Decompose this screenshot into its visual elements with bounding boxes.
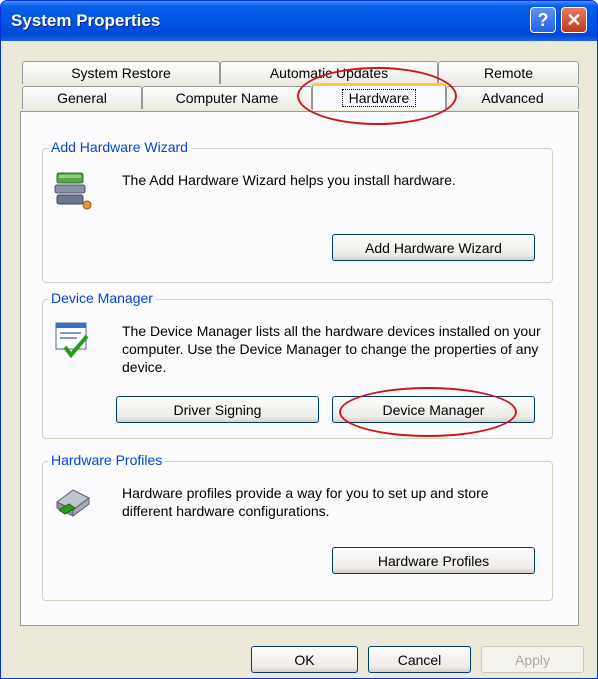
tab-label: Advanced bbox=[481, 90, 544, 106]
group-legend: Add Hardware Wizard bbox=[48, 139, 191, 155]
hardware-profiles-group: Hardware Profiles Hardware profiles prov… bbox=[42, 452, 553, 601]
hardware-profiles-icon bbox=[56, 489, 90, 517]
tab-hardware[interactable]: Hardware bbox=[312, 83, 446, 110]
tab-label: Hardware bbox=[341, 89, 417, 107]
device-manager-group: Device Manager The Device Manager lists … bbox=[42, 290, 553, 439]
group-legend: Device Manager bbox=[48, 290, 156, 306]
tab-label: Remote bbox=[483, 65, 534, 81]
ok-button[interactable]: OK bbox=[251, 646, 358, 673]
help-button[interactable]: ? bbox=[530, 7, 556, 33]
device-manager-icon bbox=[55, 322, 89, 359]
hardware-tab-panel: Add Hardware Wizard The Add Hardware Wiz… bbox=[20, 111, 579, 626]
add-hardware-icon bbox=[54, 172, 92, 210]
close-icon: ✕ bbox=[566, 9, 582, 30]
tab-system-restore[interactable]: System Restore bbox=[22, 61, 220, 84]
apply-button[interactable]: Apply bbox=[481, 646, 584, 673]
tab-remote[interactable]: Remote bbox=[438, 61, 579, 84]
add-hardware-description: The Add Hardware Wizard helps you instal… bbox=[122, 172, 456, 188]
tab-label: System Restore bbox=[71, 65, 171, 81]
hardware-profiles-button[interactable]: Hardware Profiles bbox=[332, 547, 535, 574]
help-icon: ? bbox=[537, 9, 549, 30]
window-title: System Properties bbox=[11, 11, 161, 30]
tab-automatic-updates[interactable]: Automatic Updates bbox=[220, 61, 438, 84]
hardware-profiles-description: Hardware profiles provide a way for you … bbox=[122, 485, 489, 519]
tab-general[interactable]: General bbox=[22, 86, 142, 109]
add-hardware-wizard-group: Add Hardware Wizard The Add Hardware Wiz… bbox=[42, 139, 553, 283]
close-button[interactable]: ✕ bbox=[561, 7, 587, 33]
title-bar[interactable]: System Properties ? ✕ bbox=[1, 1, 597, 41]
system-properties-window: System Properties ? ✕ System Restore Aut… bbox=[0, 0, 598, 679]
add-hardware-wizard-button[interactable]: Add Hardware Wizard bbox=[332, 234, 535, 261]
driver-signing-button[interactable]: Driver Signing bbox=[116, 396, 319, 423]
tab-label: Automatic Updates bbox=[269, 65, 389, 81]
device-manager-description: The Device Manager lists all the hardwar… bbox=[122, 323, 541, 375]
tab-label: General bbox=[57, 90, 107, 106]
device-manager-button[interactable]: Device Manager bbox=[332, 396, 535, 423]
tab-label: Computer Name bbox=[175, 90, 279, 106]
tab-advanced[interactable]: Advanced bbox=[446, 86, 579, 109]
tab-computer-name[interactable]: Computer Name bbox=[142, 86, 312, 109]
group-legend: Hardware Profiles bbox=[48, 452, 166, 468]
cancel-button[interactable]: Cancel bbox=[368, 646, 471, 673]
